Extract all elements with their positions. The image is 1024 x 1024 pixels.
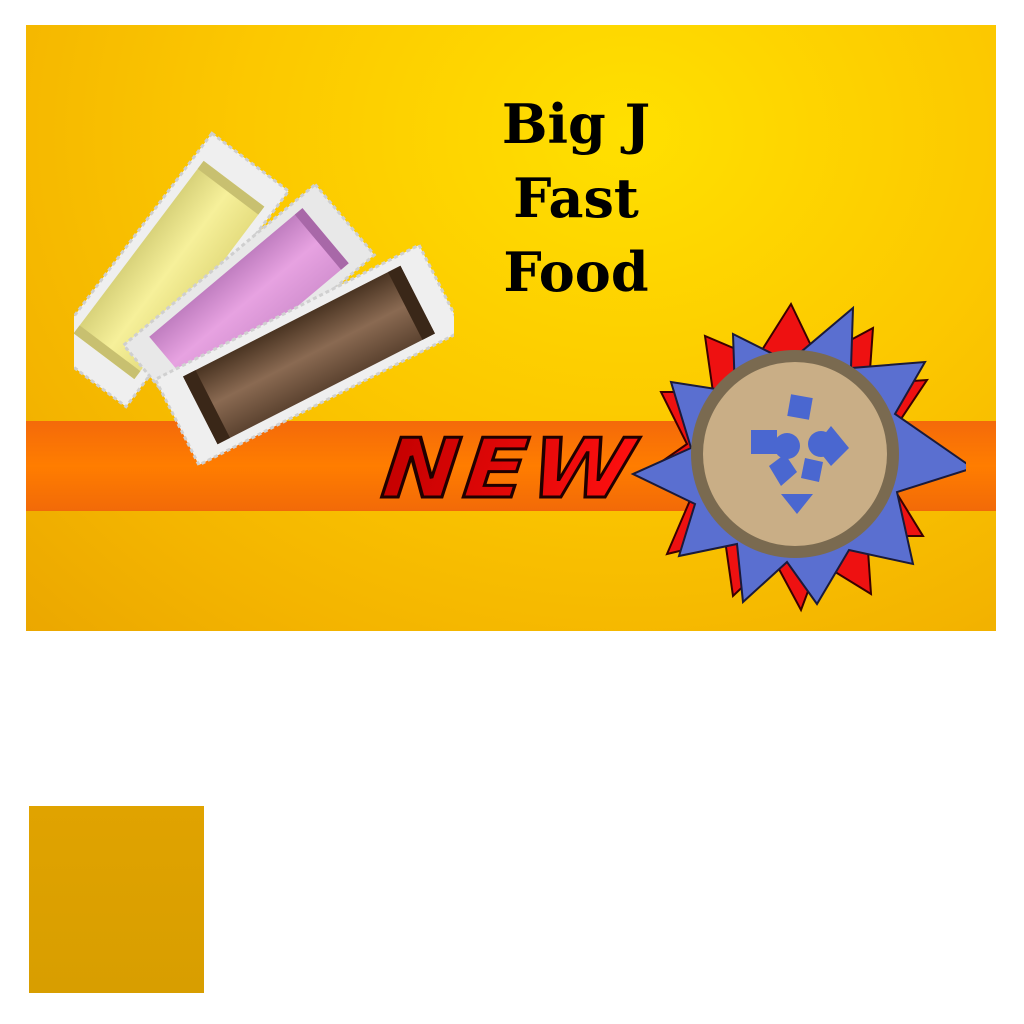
canvas: Big J Fast Food NEW — [0, 0, 1024, 1024]
snack-bars-image — [74, 131, 454, 467]
starburst-badge — [630, 301, 966, 613]
new-text: NEW — [367, 421, 646, 511]
color-swatch — [29, 806, 204, 993]
billboard: Big J Fast Food NEW — [26, 25, 996, 631]
new-label: NEW — [365, 421, 646, 511]
store-title: Big J Fast Food — [436, 87, 716, 309]
title-line-1: Big J — [501, 92, 651, 156]
title-line-2: Fast — [513, 166, 639, 230]
